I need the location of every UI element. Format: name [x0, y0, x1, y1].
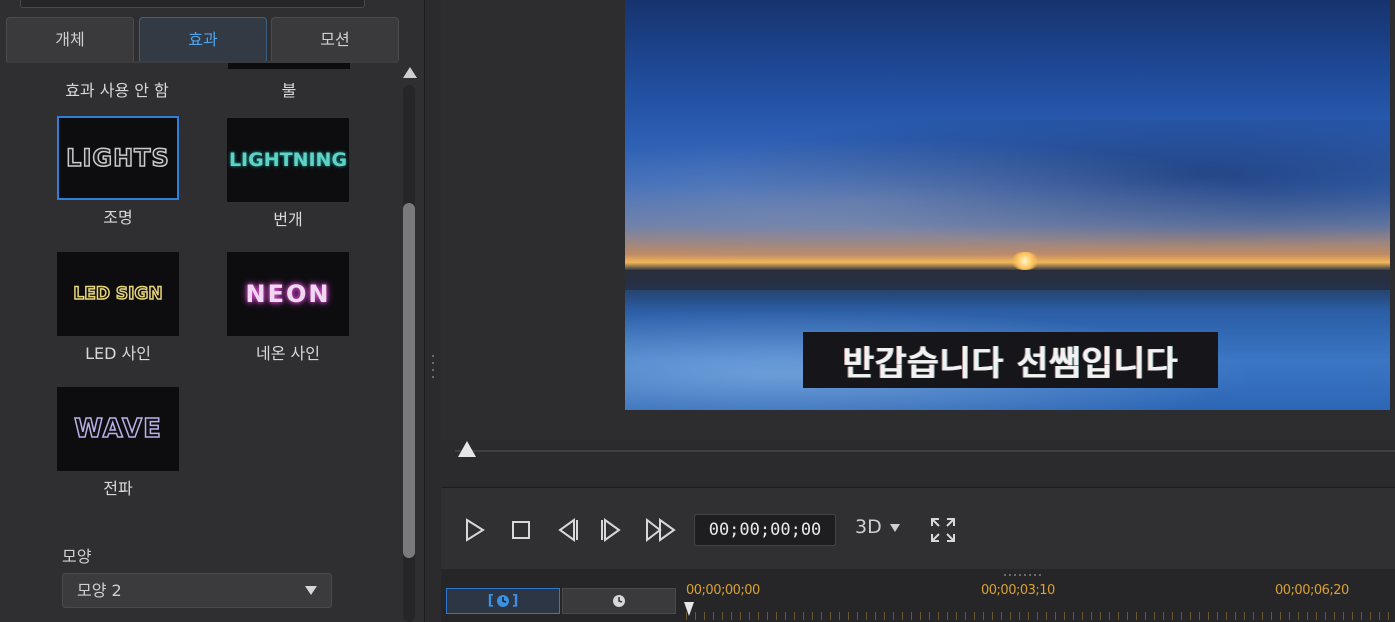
shape-dropdown-value: 모양 2	[77, 581, 122, 600]
scroll-thumb[interactable]	[403, 203, 415, 558]
ruler-ticks	[686, 612, 1395, 620]
effect-wave-label: 전파	[103, 479, 133, 498]
tab-object[interactable]: 개체	[6, 17, 134, 61]
effect-neon[interactable]: NEON 네온 사인	[203, 252, 373, 364]
play-icon[interactable]	[461, 515, 489, 545]
seek-bar[interactable]	[455, 450, 1395, 452]
next-frame-icon[interactable]	[597, 515, 627, 545]
effect-led-sign-thumb-text: LED SIGN	[73, 283, 164, 305]
effect-neon-thumb[interactable]: NEON	[227, 252, 349, 336]
tab-motion[interactable]: 모션	[271, 17, 399, 61]
effect-neon-label: 네온 사인	[256, 344, 320, 363]
video-horizon	[625, 270, 1390, 290]
effect-led-sign-label: LED 사인	[85, 344, 151, 363]
seek-handle[interactable]	[458, 441, 476, 457]
ruler-timecode: 00;00;00;00	[686, 583, 760, 598]
top-field[interactable]	[20, 0, 365, 8]
scroll-up-arrow-icon[interactable]	[403, 67, 417, 78]
ruler-timecode: 00;00;03;10	[981, 583, 1055, 598]
timeline-view-toggle[interactable]: [ ]	[446, 588, 560, 614]
effect-lightning-thumb[interactable]: LIGHTNING	[227, 118, 349, 202]
timeline-zoom-toggle[interactable]	[562, 588, 676, 614]
effect-wave[interactable]: WAVE 전파	[33, 387, 203, 499]
fire-effect-thumb[interactable]	[228, 63, 350, 69]
video-clouds	[625, 120, 1390, 260]
effects-panel: 개체 효과 모션 효과 사용 안 함 불 LIGHTS 조명 LIGHTNING…	[0, 0, 425, 622]
panel-tabs: 개체 효과 모션	[6, 17, 400, 61]
fire-effect-label[interactable]: 불	[204, 77, 374, 101]
effect-lightning-label: 번개	[273, 210, 303, 229]
stop-icon[interactable]	[508, 515, 534, 545]
previous-frame-icon[interactable]	[552, 515, 582, 545]
panel-splitter-grip[interactable]	[431, 355, 435, 385]
chevron-down-icon	[305, 586, 317, 595]
effects-grid: 효과 사용 안 함 불 LIGHTS 조명 LIGHTNING 번개 LED S…	[0, 63, 398, 622]
effect-lights-thumb-text: LIGHTS	[65, 143, 170, 173]
3d-mode-label: 3D	[855, 516, 882, 538]
effect-lights[interactable]: LIGHTS 조명	[33, 116, 203, 228]
effect-wave-thumb-text: WAVE	[73, 413, 162, 445]
fullscreen-icon[interactable]	[929, 515, 957, 545]
chevron-down-icon	[889, 523, 900, 532]
effect-lights-label: 조명	[103, 208, 133, 227]
no-effect-label[interactable]: 효과 사용 안 함	[32, 77, 202, 101]
shape-label: 모양	[62, 547, 92, 566]
clock-icon	[497, 595, 509, 607]
effect-neon-thumb-text: NEON	[245, 280, 331, 308]
shape-dropdown[interactable]: 모양 2	[62, 573, 332, 608]
effect-led-sign[interactable]: LED SIGN LED 사인	[33, 252, 203, 364]
clock-icon	[613, 595, 625, 607]
title-caption-text: 반갑습니다 선쌤입니다	[842, 343, 1179, 384]
effect-wave-thumb[interactable]: WAVE	[57, 387, 179, 471]
fast-forward-icon[interactable]	[643, 515, 679, 545]
effects-scrollbar[interactable]	[400, 63, 420, 622]
ruler-timecode: 00;00;06;20	[1275, 583, 1349, 598]
video-sun	[1010, 252, 1040, 270]
effect-led-sign-thumb[interactable]: LED SIGN	[57, 252, 179, 336]
effect-lightning[interactable]: LIGHTNING 번개	[203, 118, 373, 230]
timeline-ruler[interactable]: 00;00;00;00 00;00;03;10 00;00;06;20	[686, 583, 1395, 622]
effect-lightning-thumb-text: LIGHTNING	[228, 149, 348, 171]
timecode-display[interactable]: 00;00;00;00	[694, 514, 836, 546]
playback-controls: 00;00;00;00 3D	[441, 487, 1395, 569]
3d-mode-dropdown[interactable]: 3D	[855, 516, 900, 538]
effect-lights-thumb[interactable]: LIGHTS	[57, 116, 179, 200]
timeline-playhead[interactable]	[684, 602, 694, 616]
timeline-splitter-grip[interactable]	[1004, 574, 1041, 576]
title-caption-box: 반갑습니다 선쌤입니다	[803, 332, 1218, 388]
tab-effects[interactable]: 효과	[139, 17, 267, 61]
